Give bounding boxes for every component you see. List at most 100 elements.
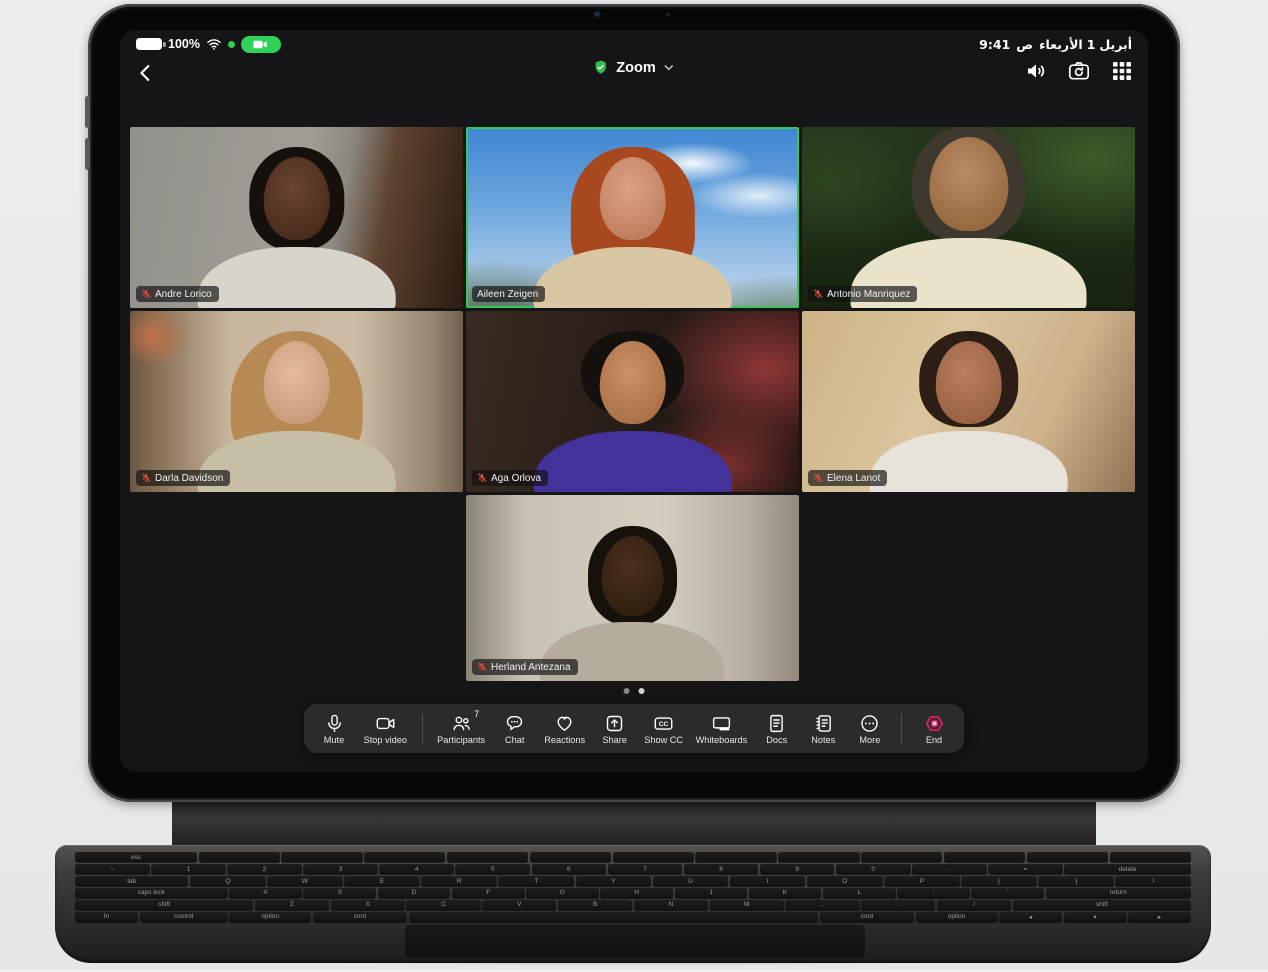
trackpad[interactable] (405, 924, 865, 958)
key-3[interactable]: 3 (303, 864, 378, 874)
key-6[interactable]: 6 (532, 864, 607, 874)
key-k[interactable]: K (749, 888, 822, 898)
key-v[interactable]: V (482, 900, 556, 910)
reactions-button[interactable]: Reactions (544, 713, 585, 745)
key-space[interactable] (409, 912, 819, 922)
participant-tile-aileen-zeigen[interactable]: Aileen Zeigen (466, 127, 799, 308)
key-tab[interactable]: tab (75, 876, 188, 886)
key-option[interactable]: option (916, 912, 998, 922)
key-blank[interactable] (364, 852, 445, 862)
key-b[interactable]: B (558, 900, 632, 910)
key-cmd[interactable]: cmd (820, 912, 915, 922)
key-z[interactable]: Z (255, 900, 329, 910)
key-q[interactable]: Q (190, 876, 266, 886)
mute-button[interactable]: Mute (317, 713, 351, 745)
key-h[interactable]: H (600, 888, 673, 898)
key--[interactable]: . (861, 900, 935, 910)
stop-video-button[interactable]: Stop video (364, 713, 407, 745)
speaker-audio-button[interactable] (1024, 59, 1048, 83)
key-blank[interactable] (778, 852, 859, 862)
key-control[interactable]: control (140, 912, 228, 922)
key-blank[interactable] (861, 852, 942, 862)
key-8[interactable]: 8 (684, 864, 759, 874)
key-fn[interactable]: fn (75, 912, 138, 922)
key-caps-lock[interactable]: caps lock (75, 888, 228, 898)
whiteboards-button[interactable]: Whiteboards (696, 713, 748, 745)
key-w[interactable]: W (267, 876, 343, 886)
participant-tile-antonio-manriquez[interactable]: Antonio Manriquez (802, 127, 1135, 308)
key-option[interactable]: option (229, 912, 311, 922)
meeting-title-button[interactable]: Zoom (592, 59, 675, 76)
key-i[interactable]: I (730, 876, 806, 886)
key-5[interactable]: 5 (455, 864, 530, 874)
volume-up-button[interactable] (85, 96, 90, 128)
key--[interactable]: - (912, 864, 987, 874)
page-dot-2[interactable] (639, 688, 645, 694)
key-cmd[interactable]: cmd (313, 912, 408, 922)
key-s[interactable]: S (303, 888, 376, 898)
key-f[interactable]: F (452, 888, 525, 898)
key--[interactable]: ] (1038, 876, 1114, 886)
participant-tile-herland-antezana[interactable]: Herland Antezana (466, 495, 799, 681)
chat-button[interactable]: Chat (498, 713, 532, 745)
key--[interactable]: , (785, 900, 859, 910)
key-blank[interactable] (199, 852, 280, 862)
notes-button[interactable]: Notes (806, 713, 840, 745)
key--[interactable]: ~ (75, 864, 150, 874)
key-l[interactable]: L (823, 888, 896, 898)
key--[interactable]: / (937, 900, 1011, 910)
key-0[interactable]: 0 (836, 864, 911, 874)
key--[interactable]: = (988, 864, 1063, 874)
key-9[interactable]: 9 (760, 864, 835, 874)
key--[interactable]: ▸ (1128, 912, 1191, 922)
back-button[interactable] (132, 58, 160, 88)
key--[interactable]: ◂ (999, 912, 1062, 922)
key-blank[interactable] (944, 852, 1025, 862)
key--[interactable]: ▾ (1064, 912, 1127, 922)
key-u[interactable]: U (653, 876, 729, 886)
key--[interactable]: \ (1115, 876, 1191, 886)
more-button[interactable]: More (853, 713, 887, 745)
key-t[interactable]: T (498, 876, 574, 886)
key-2[interactable]: 2 (227, 864, 302, 874)
key-p[interactable]: P (884, 876, 960, 886)
end-button[interactable]: End (917, 713, 951, 745)
key-blank[interactable] (447, 852, 528, 862)
show-cc-button[interactable]: CCShow CC (644, 713, 683, 745)
key-7[interactable]: 7 (608, 864, 683, 874)
key-c[interactable]: C (406, 900, 480, 910)
key-y[interactable]: Y (576, 876, 652, 886)
key-shift[interactable]: shift (75, 900, 253, 910)
participant-tile-darla-davidson[interactable]: Darla Davidson (130, 311, 463, 492)
volume-down-button[interactable] (85, 138, 90, 170)
participant-tile-aga-orlova[interactable]: Aga Orlova (466, 311, 799, 492)
key-blank[interactable] (1027, 852, 1108, 862)
apps-grid-button[interactable] (1110, 59, 1134, 83)
key-m[interactable]: M (710, 900, 784, 910)
key-g[interactable]: G (526, 888, 599, 898)
share-button[interactable]: Share (598, 713, 632, 745)
key-return[interactable]: return (1046, 888, 1191, 898)
key-blank[interactable] (530, 852, 611, 862)
participant-tile-elena-lanot[interactable]: Elena Lanot (802, 311, 1135, 492)
switch-camera-button[interactable] (1067, 59, 1091, 83)
active-video-call-pill[interactable] (241, 36, 281, 53)
docs-button[interactable]: Docs (760, 713, 794, 745)
key-e[interactable]: E (344, 876, 420, 886)
key-blank[interactable] (695, 852, 776, 862)
key-1[interactable]: 1 (151, 864, 226, 874)
key--[interactable]: [ (961, 876, 1037, 886)
key--[interactable]: ' (971, 888, 1044, 898)
key-o[interactable]: O (807, 876, 883, 886)
page-dots[interactable] (624, 688, 645, 694)
key-j[interactable]: J (675, 888, 748, 898)
key-blank[interactable] (281, 852, 362, 862)
participants-button[interactable]: 7Participants (437, 713, 485, 745)
key-n[interactable]: N (634, 900, 708, 910)
key-blank[interactable] (613, 852, 694, 862)
participant-tile-andre-lorico[interactable]: Andre Lorico (130, 127, 463, 308)
key-esc[interactable]: esc (75, 852, 197, 862)
key-r[interactable]: R (421, 876, 497, 886)
key-d[interactable]: D (378, 888, 451, 898)
key-x[interactable]: X (331, 900, 405, 910)
